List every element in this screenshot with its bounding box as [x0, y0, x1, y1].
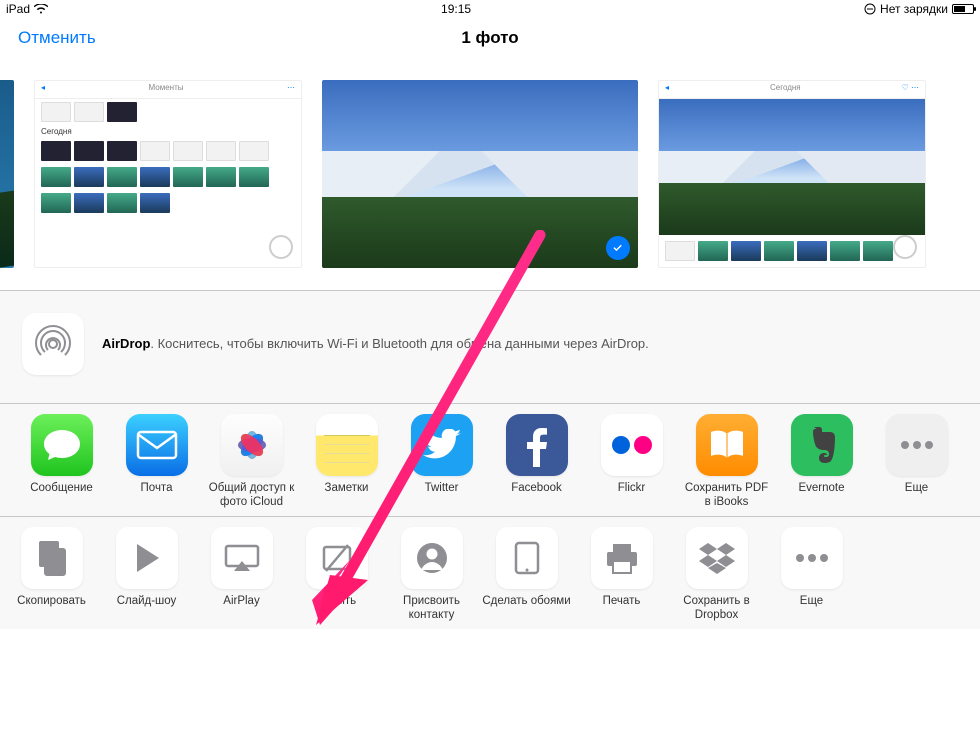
- app-label: Twitter: [397, 482, 487, 510]
- battery-icon: [952, 4, 974, 14]
- action-print[interactable]: Печать: [574, 527, 669, 623]
- flickr-icon: [610, 434, 654, 456]
- photo-tile-selected[interactable]: [322, 80, 638, 268]
- print-icon: [604, 541, 640, 575]
- page-title: 1 фото: [461, 28, 518, 48]
- share-ibooks-pdf[interactable]: Сохранить PDF в iBooks: [679, 414, 774, 510]
- dropbox-icon: [698, 541, 736, 575]
- app-label: Facebook: [492, 482, 582, 510]
- wallpaper-icon: [513, 540, 541, 576]
- clock: 19:15: [441, 2, 471, 16]
- action-hide[interactable]: Скрыть: [289, 527, 384, 623]
- photo-tile-edge[interactable]: [0, 80, 14, 268]
- mail-icon: [136, 430, 178, 460]
- action-label: Печать: [577, 595, 667, 623]
- action-label: Сохранить в Dropbox: [672, 595, 762, 623]
- facebook-icon: [525, 423, 549, 467]
- status-bar: iPad 19:15 Нет зарядки: [0, 0, 980, 18]
- app-label: Заметки: [302, 482, 392, 510]
- photo-tile[interactable]: ◂Моменты⋯ Сегодня: [34, 80, 302, 268]
- twitter-icon: [423, 429, 461, 461]
- app-label: Почта: [112, 482, 202, 510]
- action-label: Сделать обоями: [482, 595, 572, 623]
- action-slideshow[interactable]: Слайд-шоу: [99, 527, 194, 623]
- action-more[interactable]: Еще: [764, 527, 859, 623]
- share-evernote[interactable]: Evernote: [774, 414, 869, 510]
- hide-icon: [320, 541, 354, 575]
- airdrop-text: AirDrop. Коснитесь, чтобы включить Wi-Fi…: [102, 336, 649, 353]
- action-label: Скрыть: [292, 595, 382, 623]
- airdrop-icon: [22, 313, 84, 375]
- no-charge-icon: [864, 3, 876, 15]
- share-facebook[interactable]: Facebook: [489, 414, 584, 510]
- action-label: Еще: [767, 595, 857, 623]
- nav-bar: Отменить 1 фото: [0, 18, 980, 58]
- share-twitter[interactable]: Twitter: [394, 414, 489, 510]
- photo-tile[interactable]: ◂Сегодня♡ ⋯: [658, 80, 926, 268]
- more-icon: [795, 553, 829, 563]
- app-label: Сообщение: [17, 482, 107, 510]
- app-label: Еще: [872, 482, 962, 510]
- more-icon: [900, 440, 934, 450]
- share-notes[interactable]: Заметки: [299, 414, 394, 510]
- app-label: Evernote: [777, 482, 867, 510]
- action-label: Скопировать: [7, 595, 97, 623]
- cancel-button[interactable]: Отменить: [0, 28, 96, 48]
- selection-ring: [269, 235, 293, 259]
- photos-strip[interactable]: ◂Моменты⋯ Сегодня ◂Сегодня♡ ⋯: [0, 58, 980, 290]
- action-label: Присвоить контакту: [387, 595, 477, 623]
- app-label: Сохранить PDF в iBooks: [682, 482, 772, 510]
- action-copy[interactable]: Скопировать: [4, 527, 99, 623]
- charging-label: Нет зарядки: [880, 2, 948, 16]
- evernote-icon: [805, 425, 839, 465]
- action-wallpaper[interactable]: Сделать обоями: [479, 527, 574, 623]
- share-icloud-photos[interactable]: Общий доступ к фото iCloud: [204, 414, 299, 510]
- ibooks-icon: [707, 428, 747, 462]
- app-label: Общий доступ к фото iCloud: [207, 482, 297, 510]
- wifi-icon: [34, 4, 48, 14]
- device-label: iPad: [6, 2, 30, 16]
- selection-ring: [893, 235, 917, 259]
- action-label: Слайд-шоу: [102, 595, 192, 623]
- airplay-icon: [223, 543, 261, 573]
- action-label: AirPlay: [197, 595, 287, 623]
- photos-icon: [231, 424, 273, 466]
- copy-icon: [35, 539, 69, 577]
- action-assign-contact[interactable]: Присвоить контакту: [384, 527, 479, 623]
- airdrop-row[interactable]: AirDrop. Коснитесь, чтобы включить Wi-Fi…: [0, 291, 980, 403]
- action-dropbox[interactable]: Сохранить в Dropbox: [669, 527, 764, 623]
- messages-icon: [42, 427, 82, 463]
- checkmark-icon: [606, 236, 630, 260]
- share-mail[interactable]: Почта: [109, 414, 204, 510]
- app-label: Flickr: [587, 482, 677, 510]
- share-more[interactable]: Еще: [869, 414, 964, 510]
- play-icon: [133, 542, 161, 574]
- action-airplay[interactable]: AirPlay: [194, 527, 289, 623]
- share-flickr[interactable]: Flickr: [584, 414, 679, 510]
- share-messages[interactable]: Сообщение: [14, 414, 109, 510]
- share-apps-row: Сообщение Почта: [0, 404, 980, 516]
- contact-icon: [415, 541, 449, 575]
- actions-row: Скопировать Слайд-шоу AirPlay Скрыть При…: [0, 517, 980, 629]
